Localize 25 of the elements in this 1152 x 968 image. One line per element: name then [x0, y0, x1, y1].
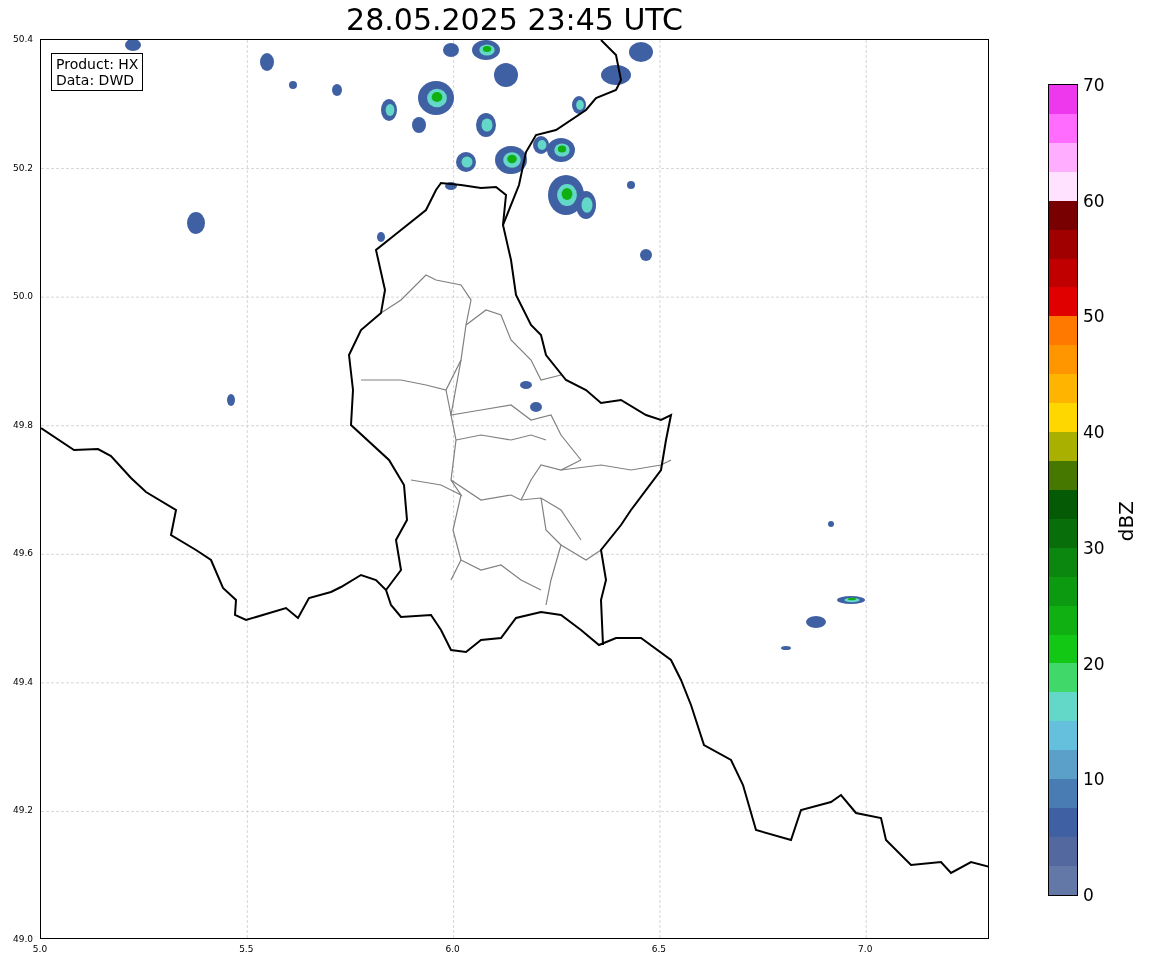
- colorbar-tick-label: 40: [1083, 422, 1105, 443]
- y-tick-label: 50.0: [12, 291, 33, 302]
- x-tick-label: 6.5: [651, 944, 667, 954]
- colorbar-tick-label: 50: [1083, 306, 1105, 327]
- y-tick-label: 49.0: [12, 934, 33, 944]
- x-tick-label: 7.0: [858, 944, 873, 954]
- colorbar-tick-label: 0: [1083, 885, 1094, 905]
- colorbar-label: dBZ: [1114, 501, 1138, 542]
- x-tick-label: 6.0: [445, 944, 460, 954]
- info-text: Product: HX: [56, 56, 139, 72]
- y-tick-label: 49.6: [12, 548, 33, 559]
- y-tick-label: 49.4: [12, 676, 33, 687]
- x-tick-label: 5.5: [239, 944, 254, 954]
- colorbar-tick-label: 30: [1083, 537, 1105, 558]
- x-tick-label: 5.0: [32, 944, 48, 954]
- colorbar-tick-label: 20: [1083, 653, 1105, 674]
- y-tick-label: 50.4: [12, 34, 33, 44]
- chart-title: 28.05.2025 23:45 UTC: [346, 1, 683, 38]
- colorbar-tick-label: 70: [1083, 75, 1105, 95]
- y-tick-label: 49.8: [12, 419, 33, 430]
- info-text: Data: DWD: [56, 72, 135, 88]
- y-tick-label: 50.2: [12, 162, 33, 173]
- y-tick-label: 49.2: [12, 805, 33, 816]
- colorbar-tick-label: 60: [1083, 190, 1105, 211]
- colorbar-tick-label: 10: [1083, 769, 1105, 790]
